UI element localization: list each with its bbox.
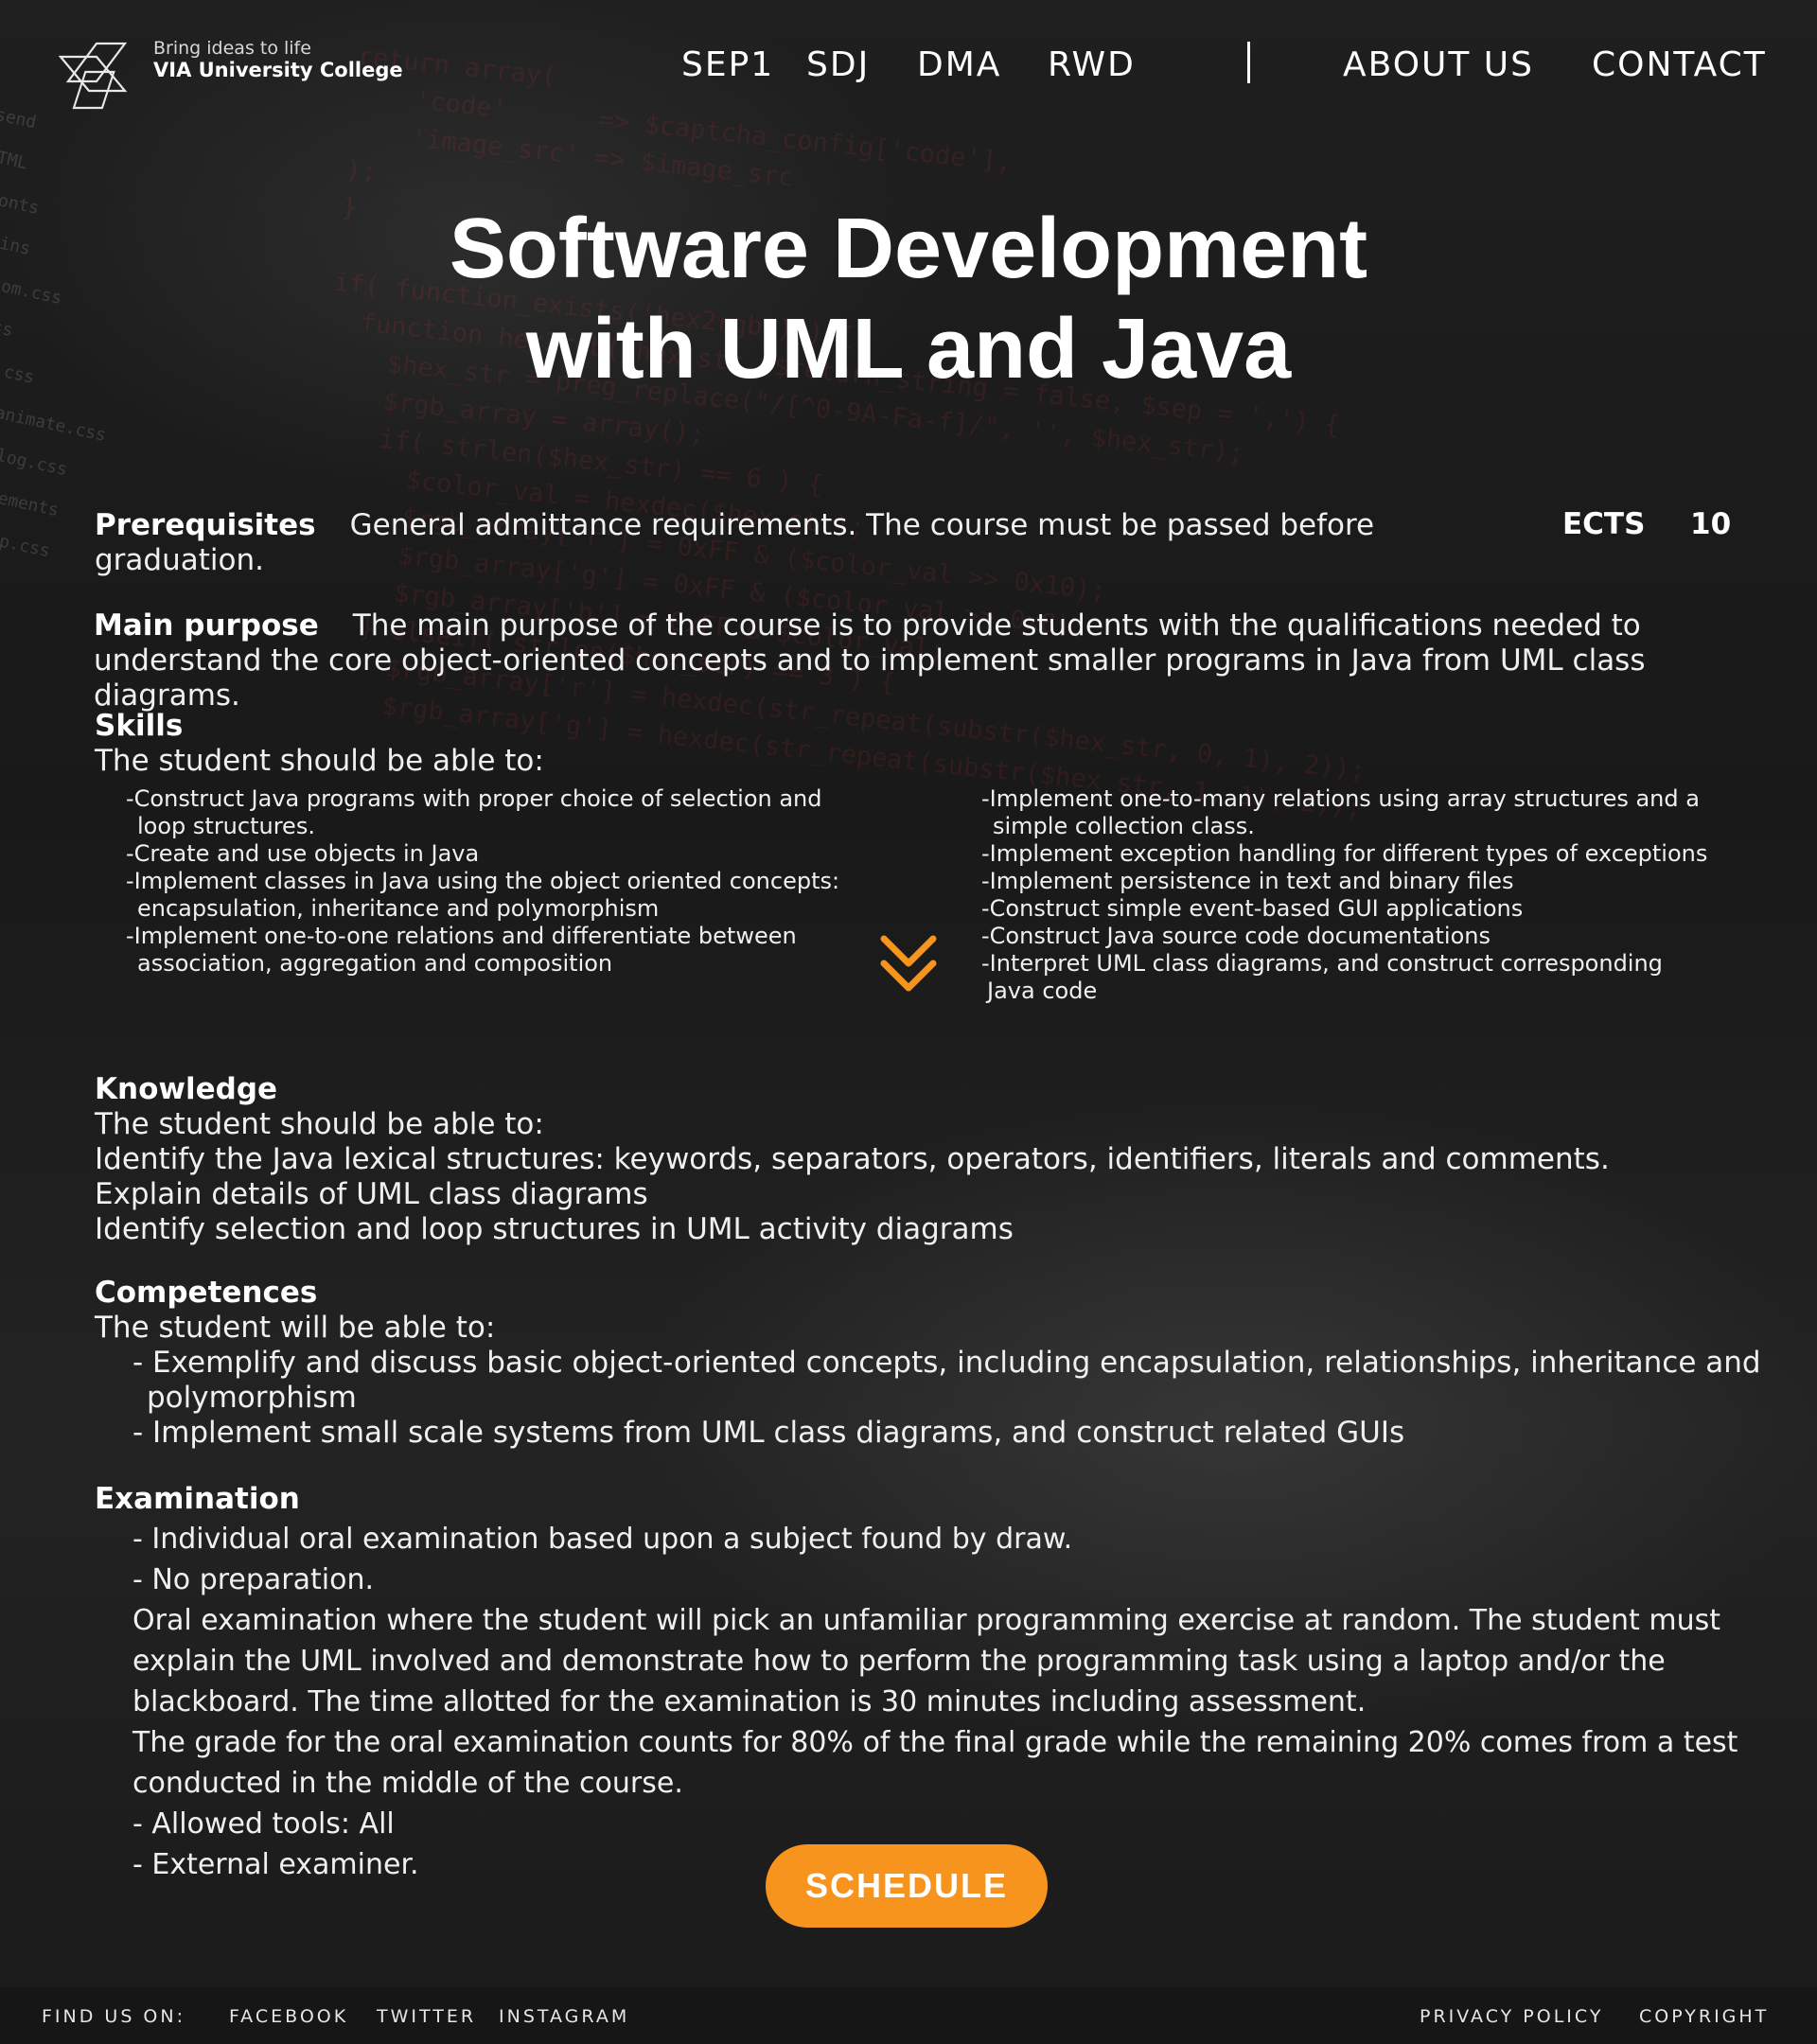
knowledge-intro: The student should be able to:: [95, 1107, 544, 1141]
list-item: -Implement exception handling for differ…: [981, 840, 1708, 867]
nav-item-sdj[interactable]: SDJ: [806, 45, 870, 84]
competences-item: polymorphism: [147, 1381, 357, 1415]
examination-line: conducted in the middle of the course.: [132, 1767, 683, 1800]
footer-link-facebook[interactable]: FACEBOOK: [229, 2006, 348, 2027]
prerequisites-label: Prerequisites: [95, 508, 316, 542]
knowledge-item: Identify selection and loop structures i…: [95, 1212, 1014, 1246]
examination-line: Oral examination where the student will …: [132, 1604, 1720, 1637]
nav-item-about-us[interactable]: ABOUT US: [1343, 45, 1534, 84]
list-item: -Construct Java programs with proper cho…: [126, 785, 822, 812]
list-item: loop structures.: [137, 813, 315, 839]
page-title-line-2: with UML and Java: [525, 302, 1292, 396]
nav-item-dma[interactable]: DMA: [917, 45, 1001, 84]
footer-link-twitter[interactable]: TWITTER: [377, 2006, 476, 2027]
list-item: -Construct Java source code documentatio…: [981, 923, 1491, 949]
list-item: -Implement one-to-one relations and diff…: [126, 923, 797, 949]
nav-item-sep1[interactable]: SEP1: [681, 45, 774, 84]
skills-list-right: -Implement one-to-many relations using a…: [981, 785, 1707, 1005]
examination-line: - No preparation.: [132, 1563, 375, 1596]
page-title: Software Development with UML and Java: [0, 199, 1817, 399]
via-logo-icon: [59, 42, 128, 110]
list-item: -Implement persistence in text and binar…: [981, 868, 1514, 894]
list-item: encapsulation, inheritance and polymorph…: [137, 895, 660, 922]
footer-find-us-label: FIND US ON:: [42, 2006, 185, 2027]
knowledge-label: Knowledge: [95, 1072, 278, 1106]
skills-label: Skills: [95, 709, 184, 743]
ects-label: ECTS: [1562, 507, 1646, 541]
examination-line: The grade for the oral examination count…: [132, 1726, 1738, 1759]
footer-link-copyright[interactable]: COPYRIGHT: [1639, 2006, 1769, 2027]
main-purpose-text-line-1: The main purpose of the course is to pro…: [352, 608, 1641, 643]
list-item: association, aggregation and composition: [137, 950, 613, 977]
knowledge-item: Explain details of UML class diagrams: [95, 1177, 648, 1211]
examination-label: Examination: [95, 1482, 300, 1516]
skills-intro: The student should be able to:: [95, 744, 544, 778]
ects-value: 10: [1690, 507, 1732, 541]
skills-section: Skills The student should be able to:: [95, 709, 1741, 779]
competences-section: Competences The student will be able to:…: [95, 1276, 1761, 1451]
list-item: -Interpret UML class diagrams, and const…: [981, 950, 1663, 977]
examination-line: explain the UML involved and demonstrate…: [132, 1645, 1666, 1678]
main-purpose-text-line-2: understand the core object-oriented conc…: [94, 643, 1646, 678]
examination-section: Examination: [95, 1482, 1741, 1517]
prerequisites-text-line-2: graduation.: [95, 543, 264, 577]
nav-item-rwd[interactable]: RWD: [1048, 45, 1136, 84]
prerequisites-text-line-1: General admittance requirements. The cou…: [349, 508, 1375, 542]
nav-item-contact[interactable]: CONTACT: [1592, 45, 1767, 84]
examination-line: blackboard. The time allotted for the ex…: [132, 1685, 1367, 1718]
skills-list-left: -Construct Java programs with proper cho…: [126, 785, 839, 978]
knowledge-section: Knowledge The student should be able to:…: [95, 1072, 1741, 1247]
list-item: -Construct simple event-based GUI applic…: [981, 895, 1524, 922]
competences-item: - Exemplify and discuss basic object-ori…: [132, 1346, 1761, 1380]
via-logo[interactable]: Bring ideas to life VIA University Colle…: [59, 38, 403, 114]
page-title-line-1: Software Development: [449, 202, 1368, 296]
knowledge-item: Identify the Java lexical structures: ke…: [95, 1142, 1610, 1176]
brand-tagline: Bring ideas to life: [153, 38, 311, 59]
competences-intro: The student will be able to:: [95, 1311, 496, 1345]
list-item: simple collection class.: [993, 813, 1255, 839]
list-item: -Implement one-to-many relations using a…: [981, 785, 1700, 812]
main-purpose-label: Main purpose: [94, 608, 319, 643]
list-item: -Implement classes in Java using the obj…: [126, 868, 840, 894]
examination-line: - Individual oral examination based upon…: [132, 1523, 1073, 1556]
brand-name: VIA University College: [153, 59, 403, 81]
footer-link-privacy-policy[interactable]: PRIVACY POLICY: [1420, 2006, 1603, 2027]
prerequisites-section: Prerequisites General admittance requirem…: [95, 508, 1741, 578]
footer: FIND US ON: FACEBOOK TWITTER INSTAGRAM P…: [0, 1987, 1817, 2044]
list-item: Java code: [987, 978, 1098, 1004]
competences-label: Competences: [95, 1276, 318, 1310]
schedule-button[interactable]: SCHEDULE: [766, 1844, 1048, 1928]
nav-divider: [1247, 42, 1250, 83]
list-item: -Create and use objects in Java: [126, 840, 480, 867]
footer-link-instagram[interactable]: INSTAGRAM: [499, 2006, 629, 2027]
examination-line: - Allowed tools: All: [132, 1807, 395, 1841]
competences-item: - Implement small scale systems from UML…: [132, 1416, 1405, 1450]
examination-text: - Individual oral examination based upon…: [132, 1519, 1741, 1885]
main-purpose-section: Main purpose The main purpose of the cour…: [94, 608, 1740, 714]
double-chevron-down-icon[interactable]: [878, 933, 939, 996]
